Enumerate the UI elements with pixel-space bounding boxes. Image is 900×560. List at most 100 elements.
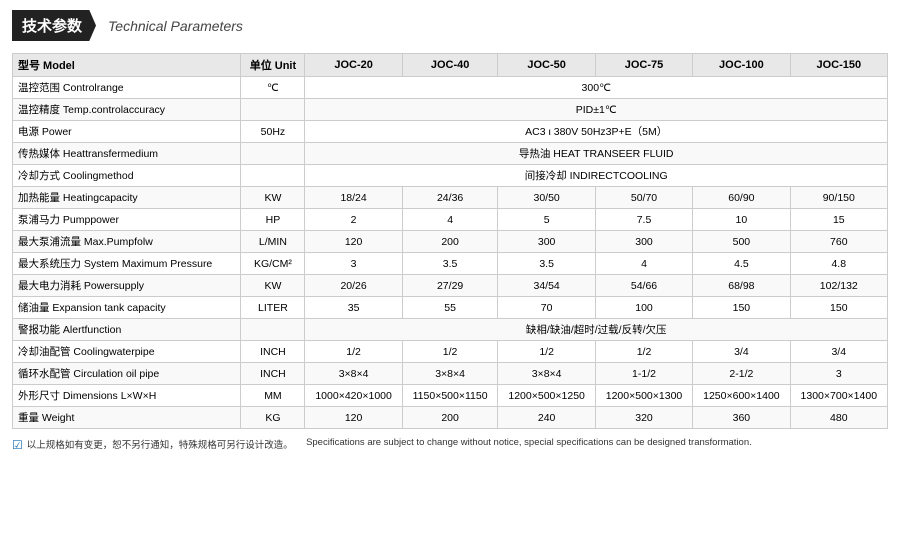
- table-row: 储油量 Expansion tank capacityLITER35557010…: [13, 297, 888, 319]
- row-label: 温控精度 Temp.controlaccuracy: [13, 99, 241, 121]
- row-value-joc40: 24/36: [402, 187, 498, 209]
- row-unit: [241, 165, 305, 187]
- footer-text-cn: 以上规格如有变更，恕不另行通知，特殊规格可另行设计改造。: [27, 437, 293, 451]
- row-value-joc50: 3.5: [498, 253, 595, 275]
- row-value-joc100: 500: [693, 231, 790, 253]
- row-label: 传热媒体 Heattransfermedium: [13, 143, 241, 165]
- row-unit: LITER: [241, 297, 305, 319]
- row-value-joc40: 3×8×4: [402, 363, 498, 385]
- row-label: 冷却油配管 Coolingwaterpipe: [13, 341, 241, 363]
- col-header-joc20: JOC-20: [305, 54, 402, 77]
- row-value-joc100: 10: [693, 209, 790, 231]
- row-value-joc150: 480: [790, 407, 887, 429]
- table-row: 泵浦马力 PumppowerHP2457.51015: [13, 209, 888, 231]
- row-value-joc150: 15: [790, 209, 887, 231]
- row-value-joc20: 35: [305, 297, 402, 319]
- row-value-joc20: 3: [305, 253, 402, 275]
- row-label: 最大系统压力 System Maximum Pressure: [13, 253, 241, 275]
- row-label: 最大泵浦流量 Max.Pumpfolw: [13, 231, 241, 253]
- row-unit: INCH: [241, 341, 305, 363]
- row-unit: [241, 143, 305, 165]
- row-value-joc40: 3.5: [402, 253, 498, 275]
- row-value-joc20: 1000×420×1000: [305, 385, 402, 407]
- row-value-joc20: 120: [305, 231, 402, 253]
- row-span-value: AC3 ι 380V 50Hz3P+E（5M）: [305, 121, 888, 143]
- row-value-joc75: 1/2: [595, 341, 692, 363]
- row-value-joc50: 240: [498, 407, 595, 429]
- table-row: 传热媒体 Heattransfermedium导热油 HEAT TRANSEER…: [13, 143, 888, 165]
- row-value-joc40: 1/2: [402, 341, 498, 363]
- row-value-joc20: 20/26: [305, 275, 402, 297]
- row-value-joc75: 300: [595, 231, 692, 253]
- row-value-joc20: 120: [305, 407, 402, 429]
- row-value-joc40: 4: [402, 209, 498, 231]
- row-value-joc40: 1150×500×1150: [402, 385, 498, 407]
- table-row: 加热能量 HeatingcapacityKW18/2424/3630/5050/…: [13, 187, 888, 209]
- row-value-joc50: 1/2: [498, 341, 595, 363]
- row-label: 泵浦马力 Pumppower: [13, 209, 241, 231]
- page: 技术参数 Technical Parameters 型号 Model 单位 Un…: [0, 0, 900, 560]
- table-row: 循环水配管 Circulation oil pipeINCH3×8×43×8×4…: [13, 363, 888, 385]
- row-value-joc100: 4.5: [693, 253, 790, 275]
- col-header-joc100: JOC-100: [693, 54, 790, 77]
- row-value-joc20: 1/2: [305, 341, 402, 363]
- row-value-joc50: 5: [498, 209, 595, 231]
- row-value-joc75: 320: [595, 407, 692, 429]
- row-value-joc50: 300: [498, 231, 595, 253]
- header-subtitle: Technical Parameters: [108, 18, 243, 34]
- table-row: 电源 Power50HzAC3 ι 380V 50Hz3P+E（5M）: [13, 121, 888, 143]
- row-label: 循环水配管 Circulation oil pipe: [13, 363, 241, 385]
- table-row: 重量 WeightKG120200240320360480: [13, 407, 888, 429]
- row-span-value: 缺相/缺油/超时/过载/反转/欠压: [305, 319, 888, 341]
- row-label: 最大电力消耗 Powersupply: [13, 275, 241, 297]
- row-value-joc150: 150: [790, 297, 887, 319]
- row-value-joc150: 3/4: [790, 341, 887, 363]
- row-value-joc100: 360: [693, 407, 790, 429]
- footer-note: ☑ 以上规格如有变更，恕不另行通知，特殊规格可另行设计改造。 Specifica…: [12, 437, 888, 452]
- row-unit: HP: [241, 209, 305, 231]
- row-span-value: 间接冷却 INDIRECTCOOLING: [305, 165, 888, 187]
- table-row: 最大泵浦流量 Max.PumpfolwL/MIN1202003003005007…: [13, 231, 888, 253]
- row-value-joc20: 3×8×4: [305, 363, 402, 385]
- table-header-row: 型号 Model 单位 Unit JOC-20 JOC-40 JOC-50 JO…: [13, 54, 888, 77]
- row-unit: KW: [241, 275, 305, 297]
- table-row: 冷却油配管 CoolingwaterpipeINCH1/21/21/21/23/…: [13, 341, 888, 363]
- row-unit: ℃: [241, 77, 305, 99]
- row-value-joc50: 30/50: [498, 187, 595, 209]
- row-unit: [241, 99, 305, 121]
- row-value-joc20: 18/24: [305, 187, 402, 209]
- footer-icon: ☑: [12, 438, 23, 452]
- row-unit: 50Hz: [241, 121, 305, 143]
- col-header-joc75: JOC-75: [595, 54, 692, 77]
- row-value-joc40: 200: [402, 407, 498, 429]
- row-value-joc75: 1-1/2: [595, 363, 692, 385]
- row-value-joc40: 200: [402, 231, 498, 253]
- row-value-joc100: 3/4: [693, 341, 790, 363]
- row-value-joc100: 60/90: [693, 187, 790, 209]
- col-header-unit: 单位 Unit: [241, 54, 305, 77]
- header: 技术参数 Technical Parameters: [12, 10, 888, 41]
- row-value-joc150: 1300×700×1400: [790, 385, 887, 407]
- col-header-joc40: JOC-40: [402, 54, 498, 77]
- row-label: 电源 Power: [13, 121, 241, 143]
- row-value-joc75: 54/66: [595, 275, 692, 297]
- row-value-joc20: 2: [305, 209, 402, 231]
- row-value-joc40: 55: [402, 297, 498, 319]
- row-value-joc100: 68/98: [693, 275, 790, 297]
- row-value-joc75: 7.5: [595, 209, 692, 231]
- row-label: 外形尺寸 Dimensions L×W×H: [13, 385, 241, 407]
- row-value-joc40: 27/29: [402, 275, 498, 297]
- table-row: 温控范围 Controlrange℃300℃: [13, 77, 888, 99]
- row-label: 重量 Weight: [13, 407, 241, 429]
- row-span-value: PID±1℃: [305, 99, 888, 121]
- row-label: 储油量 Expansion tank capacity: [13, 297, 241, 319]
- row-value-joc150: 760: [790, 231, 887, 253]
- row-unit: KW: [241, 187, 305, 209]
- table-row: 外形尺寸 Dimensions L×W×HMM1000×420×10001150…: [13, 385, 888, 407]
- row-value-joc50: 34/54: [498, 275, 595, 297]
- table-body: 温控范围 Controlrange℃300℃温控精度 Temp.controla…: [13, 77, 888, 429]
- row-label: 冷却方式 Coolingmethod: [13, 165, 241, 187]
- table-row: 最大系统压力 System Maximum PressureKG/CM²33.5…: [13, 253, 888, 275]
- table-row: 温控精度 Temp.controlaccuracy PID±1℃: [13, 99, 888, 121]
- tech-table: 型号 Model 单位 Unit JOC-20 JOC-40 JOC-50 JO…: [12, 53, 888, 429]
